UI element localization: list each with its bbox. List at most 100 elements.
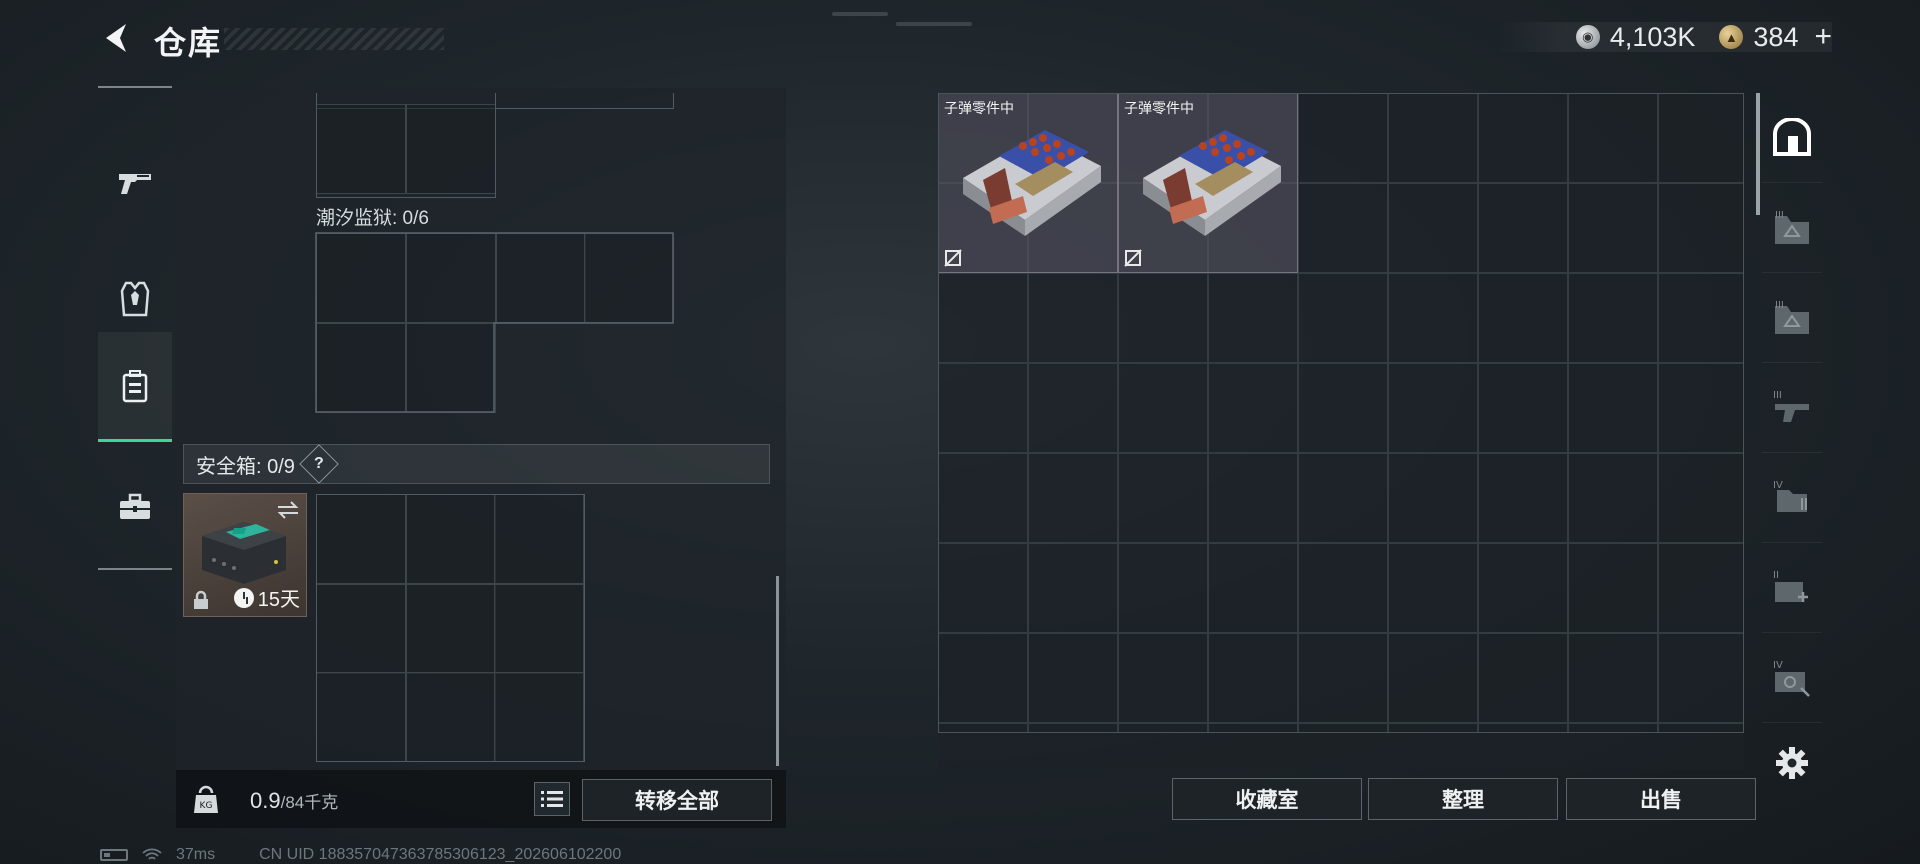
safebox-grid-outline (316, 494, 585, 762)
safebox-duration: 15天 (233, 583, 300, 612)
stash-grid-cell[interactable] (1568, 723, 1658, 733)
stash-grid-cell[interactable] (1478, 633, 1568, 723)
stash-grid-cell[interactable] (1028, 543, 1118, 633)
back-arrow-icon (106, 24, 126, 52)
stash-grid-cell[interactable] (1028, 723, 1118, 733)
tab-stash-4[interactable]: III (1762, 363, 1822, 453)
collection-room-button[interactable]: 收藏室 (1172, 778, 1362, 820)
stash-grid-cell[interactable] (1388, 183, 1478, 273)
stash-grid-cell[interactable] (1658, 723, 1744, 733)
stash-grid-cell[interactable] (1298, 93, 1388, 183)
stash-grid-cell[interactable] (1208, 543, 1298, 633)
stash-page-tabs: III III III IV II IV (1762, 93, 1822, 793)
stash-item[interactable]: 子弹零件中 (938, 93, 1118, 273)
stash-grid-cell[interactable] (1028, 453, 1118, 543)
settings-button[interactable] (1762, 733, 1822, 793)
stash-grid-cell[interactable] (1118, 363, 1208, 453)
stash-grid-cell[interactable] (1028, 633, 1118, 723)
stash-grid-cell[interactable] (1208, 363, 1298, 453)
add-currency-button[interactable]: + (1814, 20, 1832, 54)
tab-main-stash[interactable] (1762, 93, 1822, 183)
transfer-all-button[interactable]: 转移全部 (582, 779, 772, 821)
nav-item-backpack[interactable] (98, 332, 172, 442)
stash-grid-cell[interactable] (1208, 273, 1298, 363)
stash-grid-cell[interactable] (1118, 273, 1208, 363)
nav-item-case[interactable] (98, 452, 172, 562)
stash-grid-cell[interactable] (1028, 273, 1118, 363)
safebox-item[interactable]: 15天 (183, 493, 307, 617)
stash-grid-cell[interactable] (938, 363, 1028, 453)
tab-stash-5[interactable]: IV (1762, 453, 1822, 543)
svg-text:KG: KG (200, 801, 213, 811)
stash-item[interactable]: 子弹零件中 (1118, 93, 1298, 273)
stash-grid-cell[interactable] (1298, 183, 1388, 273)
stash-grid-cell[interactable] (938, 543, 1028, 633)
swap-icon[interactable] (276, 500, 300, 520)
stash-grid-cell[interactable] (1388, 273, 1478, 363)
weapon-box-tab-icon: III (1773, 390, 1809, 422)
stash-grid-cell[interactable] (938, 723, 1028, 733)
tab-stash-6[interactable]: II (1762, 543, 1822, 633)
stash-grid-cell[interactable] (1388, 93, 1478, 183)
sell-button[interactable]: 出售 (1566, 778, 1756, 820)
stash-grid-cell[interactable] (938, 273, 1028, 363)
stash-grid-cell[interactable] (1658, 633, 1744, 723)
stash-grid-cell[interactable] (1118, 723, 1208, 733)
svg-text:IV: IV (1773, 660, 1783, 671)
svg-text:III: III (1775, 210, 1784, 221)
stash-grid-cell[interactable] (1388, 633, 1478, 723)
stash-grid-cell[interactable] (1658, 543, 1744, 633)
stash-grid-cell[interactable] (1298, 273, 1388, 363)
stash-grid-cell[interactable] (1208, 453, 1298, 543)
help-button[interactable]: ? (299, 444, 339, 484)
stash-grid-cell[interactable] (1568, 543, 1658, 633)
stash-grid-cell[interactable] (1298, 633, 1388, 723)
stash-grid-cell[interactable] (1658, 93, 1744, 183)
stash-grid-cell[interactable] (1478, 183, 1568, 273)
stash-grid-cell[interactable] (1388, 363, 1478, 453)
stash-grid-cell[interactable] (1478, 93, 1568, 183)
stash-grid-cell[interactable] (938, 633, 1028, 723)
stash-grid-cell[interactable] (938, 453, 1028, 543)
stash-grid-cell[interactable] (1568, 273, 1658, 363)
left-panel-scrollbar[interactable] (776, 576, 779, 766)
stash-scrollbar[interactable] (1756, 93, 1760, 215)
stash-grid-cell[interactable] (1388, 543, 1478, 633)
stash-grid-cell[interactable] (1298, 363, 1388, 453)
stash-grid-cell[interactable] (1478, 543, 1568, 633)
stash-grid-cell[interactable] (1568, 453, 1658, 543)
tab-stash-7[interactable]: IV (1762, 633, 1822, 723)
ping-value: 37ms (176, 846, 216, 863)
stash-grid-cell[interactable] (1208, 633, 1298, 723)
list-icon (541, 791, 563, 807)
organize-button[interactable]: 整理 (1368, 778, 1558, 820)
stash-grid-cell[interactable] (1658, 183, 1744, 273)
stash-grid-cell[interactable] (1478, 453, 1568, 543)
stash-grid-cell[interactable] (1478, 273, 1568, 363)
stash-grid-cell[interactable] (1568, 363, 1658, 453)
stash-grid-cell[interactable] (1568, 183, 1658, 273)
stash-grid-cell[interactable] (1568, 633, 1658, 723)
stash-grid-cell[interactable] (1658, 453, 1744, 543)
stash-grid-cell[interactable] (1298, 723, 1388, 733)
stash-grid-cell[interactable] (1298, 453, 1388, 543)
stash-grid-cell[interactable] (1478, 723, 1568, 733)
stash-grid-cell[interactable] (1478, 363, 1568, 453)
list-view-button[interactable] (534, 782, 570, 816)
stash-grid-cell[interactable] (1118, 633, 1208, 723)
back-button[interactable] (96, 18, 140, 58)
tab-stash-2[interactable]: III (1762, 183, 1822, 273)
stash-grid-cell[interactable] (1388, 723, 1478, 733)
stash-grid-cell[interactable] (1658, 363, 1744, 453)
stash-grid-cell[interactable] (1118, 543, 1208, 633)
stash-grid-cell[interactable] (1118, 453, 1208, 543)
stash-grid-cell[interactable] (1658, 273, 1744, 363)
stash-grid-cell[interactable] (1028, 363, 1118, 453)
stash-grid-cell[interactable] (1298, 543, 1388, 633)
stash-grid-cell[interactable] (1208, 723, 1298, 733)
nav-item-weapon[interactable] (98, 128, 172, 238)
tide-prison-label: 潮汐监狱: 0/6 (316, 208, 429, 229)
tab-stash-3[interactable]: III (1762, 273, 1822, 363)
stash-grid-cell[interactable] (1388, 453, 1478, 543)
stash-grid-cell[interactable] (1568, 93, 1658, 183)
